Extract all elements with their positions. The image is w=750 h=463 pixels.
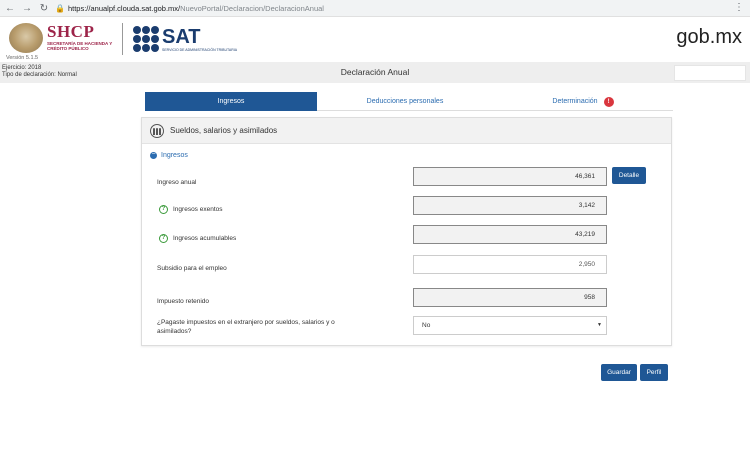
shcp-logo-text: SHCP [47,22,95,41]
extranjero-select-value: No [422,322,431,329]
ingreso-anual-label: Ingreso anual [157,179,197,186]
tab-determinacion-label: Determinación [552,98,598,105]
panel-header: Sueldos, salarios y asimilados [142,118,671,144]
titlebar-right-box [674,65,746,81]
section-label: Ingresos [161,152,188,159]
declaration-tabs: Ingresos Deducciones personales Determin… [145,92,673,111]
ingresos-acumulables-label: Ingresos acumulables [173,235,237,243]
forward-arrow-icon[interactable]: → [20,1,34,15]
version-label: Versión 5.1.5 [6,55,39,61]
browser-menu-icon[interactable]: ⋮ [734,2,744,13]
shcp-logo-subtitle: SECRETARÍA DE HACIENDA Y CRÉDITO PÚBLICO [47,41,113,51]
url-host: https://anualpf.clouda.sat.gob.mx/ [67,3,181,13]
shcp-seal-logo [9,23,43,53]
help-question-icon[interactable]: ? [159,234,168,243]
ingreso-anual-field: 46,361 [413,167,607,186]
impuesto-retenido-label: Impuesto retenido [157,298,210,305]
reload-icon[interactable]: ↻ [37,1,51,15]
declaration-titlebar: Ejercicio: 2018 Tipo de declaración: Nor… [0,62,750,83]
detalle-button[interactable]: Detalle [612,167,646,184]
logo-divider [122,23,123,55]
subsidio-field[interactable]: 2,950 [413,255,607,274]
tab-deducciones-personales[interactable]: Deducciones personales [317,92,493,111]
extranjero-select[interactable]: No ▼ [413,316,607,335]
guardar-button[interactable]: Guardar [601,364,637,381]
sat-logo-text: SAT [162,26,201,48]
sat-dots-logo [133,26,159,52]
page-title: Declaración Anual [340,67,410,77]
impuesto-retenido-field: 958 [413,288,607,307]
help-question-icon[interactable]: ? [159,205,168,214]
ingresos-exentos-label: Ingresos exentos [173,206,223,214]
extranjero-label: ¿Pagaste impuestos en el extranjero por … [157,319,335,335]
lock-icon: 🔒 [55,3,65,13]
perfil-button[interactable]: Perfil [640,364,668,381]
people-icon [150,124,164,138]
tab-determinacion[interactable]: Determinación ! [493,92,673,111]
ingresos-exentos-field: 3,142 [413,196,607,215]
collapse-minus-icon: − [150,151,157,159]
ingresos-acumulables-row: ? Ingresos acumulables [159,234,236,243]
subsidio-label: Subsidio para el empleo [157,265,227,272]
address-bar[interactable]: https://anualpf.clouda.sat.gob.mx/NuevoP… [68,4,324,13]
site-header: SHCP SECRETARÍA DE HACIENDA Y CRÉDITO PÚ… [0,17,750,62]
gobmx-logo[interactable]: gob.mx [676,26,742,49]
ingresos-section-toggle[interactable]: − Ingresos [150,151,188,159]
back-arrow-icon[interactable]: ← [3,1,17,15]
sat-logo-subtitle: SERVICIO DE ADMINISTRACIÓN TRIBUTARIA [162,48,238,52]
ingresos-acumulables-field: 43,219 [413,225,607,244]
ingresos-exentos-row: ? Ingresos exentos [159,205,223,214]
url-path: NuevoPortal/Declaracion/DeclaracionAnual [180,3,324,13]
panel-title: Sueldos, salarios y asimilados [170,126,278,135]
dropdown-caret-icon: ▼ [597,322,602,328]
browser-toolbar: ← → ↻ 🔒 https://anualpf.clouda.sat.gob.m… [0,0,750,17]
tab-ingresos[interactable]: Ingresos [145,92,317,111]
alert-badge-icon: ! [603,96,614,107]
